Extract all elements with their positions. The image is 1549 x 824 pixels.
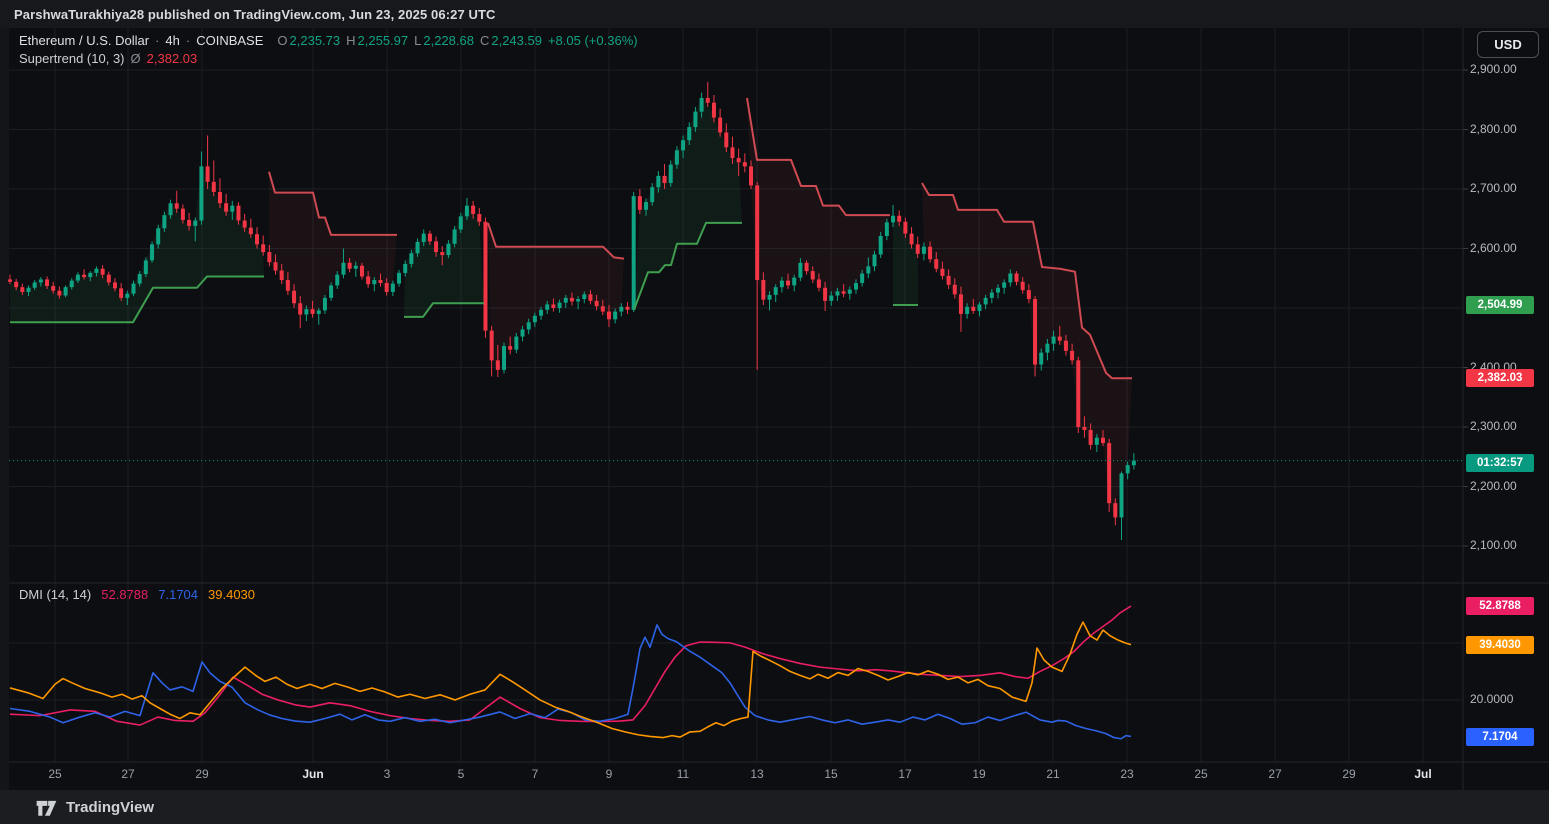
dmi-legend[interactable]: DMI (14, 14) 52.8788 7.1704 39.4030 — [19, 587, 255, 602]
supertrend-value: 2,382.03 — [147, 51, 198, 66]
supertrend-legend[interactable]: Supertrend (10, 3) Ø 2,382.03 — [19, 51, 197, 66]
tradingview-published-chart: ParshwaTurakhiya28 published on TradingV… — [0, 0, 1549, 824]
price-axis-label[interactable]: 2,300.00 — [1470, 419, 1517, 433]
dmi-value: 52.8788 — [101, 587, 148, 602]
dmi-axis-label[interactable]: 20.0000 — [1470, 692, 1513, 706]
low-value: 2,228.68 — [423, 33, 474, 48]
time-axis-label[interactable]: 15 — [824, 767, 837, 781]
time-axis-label[interactable]: 19 — [972, 767, 985, 781]
price-axis-label[interactable]: 2,100.00 — [1470, 538, 1517, 552]
price-axis-label[interactable]: 2,800.00 — [1470, 122, 1517, 136]
time-axis-label[interactable]: 21 — [1046, 767, 1059, 781]
time-axis-label[interactable]: 29 — [195, 767, 208, 781]
time-axis-label[interactable]: 9 — [606, 767, 613, 781]
tradingview-logo-icon — [35, 796, 58, 819]
time-axis-label[interactable]: 5 — [458, 767, 465, 781]
time-axis-label[interactable]: 7 — [532, 767, 539, 781]
price-axis-label[interactable]: 2,700.00 — [1470, 181, 1517, 195]
dmi-value: 7.1704 — [158, 587, 198, 602]
time-axis-label[interactable]: 25 — [1194, 767, 1207, 781]
dmi-value-badge: 52.8788 — [1466, 597, 1534, 615]
time-axis-label[interactable]: 29 — [1342, 767, 1355, 781]
price-axis-label[interactable]: 2,900.00 — [1470, 62, 1517, 76]
open-value: 2,235.73 — [290, 33, 341, 48]
open-letter: O — [277, 33, 287, 48]
time-axis-label[interactable]: 11 — [677, 767, 689, 781]
interval-label[interactable]: 4h — [165, 33, 179, 48]
chart-canvas[interactable] — [0, 0, 1549, 790]
time-axis-label[interactable]: Jun — [302, 767, 323, 781]
time-axis-label[interactable]: 23 — [1120, 767, 1133, 781]
exchange-label: COINBASE — [196, 33, 263, 48]
time-axis-label[interactable]: 13 — [750, 767, 763, 781]
change-value: +8.05 (+0.36%) — [548, 33, 638, 48]
chart-background — [9, 28, 1549, 790]
price-badge: 2,504.99 — [1466, 296, 1534, 314]
time-axis-label[interactable]: 27 — [1268, 767, 1281, 781]
high-letter: H — [346, 33, 355, 48]
dmi-value-badge: 39.4030 — [1466, 636, 1534, 654]
dmi-value: 39.4030 — [208, 587, 255, 602]
footer-bar: TradingView — [0, 790, 1549, 824]
time-axis-label[interactable]: 3 — [384, 767, 391, 781]
price-badge: 01:32:57 — [1466, 454, 1534, 472]
separator: · — [155, 33, 159, 48]
currency-toggle-button[interactable]: USD — [1477, 31, 1539, 58]
symbol-legend[interactable]: Ethereum / U.S. Dollar · 4h · COINBASE O… — [19, 33, 638, 48]
source-glyph-icon: Ø — [131, 51, 141, 66]
time-axis-label[interactable]: 17 — [898, 767, 911, 781]
price-badge: 2,382.03 — [1466, 369, 1534, 387]
tradingview-wordmark: TradingView — [66, 799, 154, 816]
tradingview-link[interactable]: TradingView — [35, 796, 154, 819]
close-letter: C — [480, 33, 489, 48]
price-axis-label[interactable]: 2,200.00 — [1470, 479, 1517, 493]
time-axis-label[interactable]: 27 — [121, 767, 134, 781]
low-letter: L — [414, 33, 421, 48]
time-axis-label[interactable]: 25 — [48, 767, 61, 781]
separator: · — [186, 33, 190, 48]
price-axis-label[interactable]: 2,600.00 — [1470, 241, 1517, 255]
dmi-value-badge: 7.1704 — [1466, 728, 1534, 746]
close-value: 2,243.59 — [491, 33, 542, 48]
dmi-name[interactable]: DMI (14, 14) — [19, 587, 91, 602]
high-value: 2,255.97 — [358, 33, 409, 48]
supertrend-name[interactable]: Supertrend (10, 3) — [19, 51, 125, 66]
time-axis-label[interactable]: Jul — [1414, 767, 1431, 781]
symbol-title[interactable]: Ethereum / U.S. Dollar — [19, 33, 149, 48]
